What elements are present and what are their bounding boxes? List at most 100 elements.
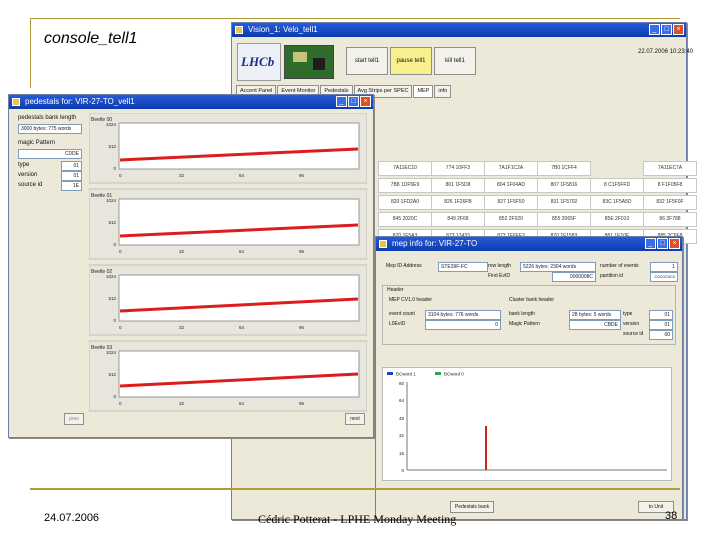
beetle-plot: Beetle 02 1024 512 0 0 32 64 96 xyxy=(88,264,368,336)
close-icon[interactable]: × xyxy=(673,24,684,35)
y-tick-label: 1024 xyxy=(106,198,117,203)
y-tick-label: 512 xyxy=(108,144,116,149)
version-label: version xyxy=(623,321,640,327)
version-field[interactable]: 01 xyxy=(61,171,82,181)
y-tick-label: 1024 xyxy=(106,122,117,127)
pedestals-window: pedestals for: VIR-27-TO_vell1 _ □ × ped… xyxy=(8,94,374,438)
partition-field[interactable]: C0C0C0C0 xyxy=(650,272,678,282)
x-tick-label: 96 xyxy=(299,173,305,178)
mep-window-titlebar[interactable]: mep info for: VIR-27-TO _ □ × xyxy=(376,237,682,251)
value-cell: 827 1F5F50 xyxy=(484,195,538,210)
pause-tell1-button[interactable]: pause tell1 xyxy=(390,47,432,75)
mep-id-field[interactable]: STE39F-FC xyxy=(438,262,488,272)
value-cell: 820 1FD2A0 xyxy=(378,195,432,210)
page-number: 38 xyxy=(665,510,678,522)
pedestal-plots: Beetle 00 1024 512 0 0 32 64 96 Beetle 0… xyxy=(88,112,368,413)
lhcb-logo: LHCb xyxy=(237,43,281,81)
close-icon[interactable]: × xyxy=(360,96,371,107)
value-cell: 7A11EC10 xyxy=(378,161,432,176)
app-icon xyxy=(379,240,387,248)
plot-area xyxy=(118,350,360,398)
version-field[interactable]: 01 xyxy=(649,320,673,330)
prev-button[interactable]: prev xyxy=(64,413,84,425)
mep-header-label: MEP CV1.0 header xyxy=(389,297,432,303)
x-tick-label: 32 xyxy=(179,401,185,406)
app-icon xyxy=(12,98,20,106)
mep-histogram: BCword 1 BCword 0 80 64 48 32 16 0 xyxy=(382,367,672,481)
bank-length-field[interactable]: 28 bytes: 5 words xyxy=(569,310,621,320)
y-tick-label: 1024 xyxy=(106,274,117,279)
minimize-icon[interactable]: _ xyxy=(649,24,660,35)
bank-length-field[interactable]: 3000 bytes: 775 words xyxy=(18,124,82,134)
y-tick-label: 32 xyxy=(399,433,405,438)
type-label: type xyxy=(623,311,633,317)
x-tick-label: 32 xyxy=(179,325,185,330)
next-button[interactable]: next xyxy=(345,413,365,425)
l0evid-field[interactable]: 0 xyxy=(425,320,501,330)
bank-length-label: pedestals bank length xyxy=(18,115,77,121)
plot-area xyxy=(118,122,360,170)
x-tick-label: 32 xyxy=(179,249,185,254)
y-tick-label: 80 xyxy=(399,381,405,386)
value-cell: 849 2F68 xyxy=(431,212,485,227)
value-cell: 8 C1F5FFD xyxy=(590,178,644,193)
first-evid-field[interactable]: 0000008C xyxy=(552,272,596,282)
type-field[interactable]: 01 xyxy=(649,310,673,320)
x-tick-label: 96 xyxy=(299,249,305,254)
source-id-field[interactable]: 00 xyxy=(649,330,673,340)
value-cell: 7A1F1C2A xyxy=(484,161,538,176)
x-tick-label: 64 xyxy=(239,401,245,406)
value-cell: 832 1F5F0F xyxy=(643,195,697,210)
pedestals-window-titlebar[interactable]: pedestals for: VIR-27-TO_vell1 _ □ × xyxy=(9,95,373,109)
y-tick-label: 48 xyxy=(399,416,405,421)
beetle-plot: Beetle 00 1024 512 0 0 32 64 96 xyxy=(88,112,368,184)
value-cell: 83C 1F5A5D xyxy=(590,195,644,210)
y-tick-label: 512 xyxy=(108,296,116,301)
magic-pattern-field[interactable]: CDDE xyxy=(18,149,82,159)
value-cell: 8 F1F05F8 xyxy=(643,178,697,193)
header-group: Header MEP CV1.0 header Cluster bank hea… xyxy=(382,285,676,345)
type-label: type xyxy=(18,162,30,168)
event-count-label: event count xyxy=(389,311,415,317)
cluster-header-label: Cluster bank header xyxy=(509,297,555,303)
type-field[interactable]: 01 xyxy=(61,161,82,171)
beetle-plot: Beetle 03 1024 512 0 0 32 64 96 xyxy=(88,340,368,412)
source-id-field[interactable]: 1E xyxy=(61,181,82,191)
mep-window-title: mep info for: VIR-27-TO xyxy=(392,239,478,248)
event-count-field[interactable]: 3104 bytes: 776 words xyxy=(425,310,501,320)
tab-mep[interactable]: MEP xyxy=(413,85,434,98)
value-cell: 831 1F5702 xyxy=(537,195,591,210)
value-cell: 7B0 1CFF4 xyxy=(537,161,591,176)
kill-tell1-button[interactable]: kill tell1 xyxy=(434,47,476,75)
version-label: version xyxy=(18,172,38,178)
histogram-bar xyxy=(485,426,487,470)
slide-bottom-rule xyxy=(30,488,680,490)
magic-pattern-field[interactable]: CBDE xyxy=(569,320,621,330)
maximize-icon[interactable]: □ xyxy=(657,238,668,249)
pedestals-window-title: pedestals for: VIR-27-TO_vell1 xyxy=(25,97,135,106)
value-cell: 804 1F04AD xyxy=(484,178,538,193)
app-icon xyxy=(235,26,243,34)
minimize-icon[interactable]: _ xyxy=(336,96,347,107)
slide-top-rule xyxy=(30,18,680,19)
number-of-events-field[interactable]: 1 xyxy=(650,262,678,272)
start-tell1-button[interactable]: start tell1 xyxy=(346,47,388,75)
maximize-icon[interactable]: □ xyxy=(661,24,672,35)
pedestal-plots-svg: Beetle 00 1024 512 0 0 32 64 96 Beetle 0… xyxy=(88,112,368,412)
row-length-field[interactable]: 5226 bytes: 2304 words xyxy=(520,262,596,272)
beetle-plot: Beetle 01 1024 512 0 0 32 64 96 xyxy=(88,188,368,260)
close-icon[interactable]: × xyxy=(669,238,680,249)
bank-length-label: bank length xyxy=(509,311,535,317)
maximize-icon[interactable]: □ xyxy=(348,96,359,107)
x-tick-label: 64 xyxy=(239,325,245,330)
tab-info[interactable]: info xyxy=(434,85,452,98)
value-cell: 855 2065F xyxy=(537,212,591,227)
vision-window-titlebar[interactable]: Vision_1: Velo_tell1 _ □ × xyxy=(232,23,686,37)
y-tick-label: 512 xyxy=(108,220,116,225)
source-id-label: source id xyxy=(623,331,644,337)
minimize-icon[interactable]: _ xyxy=(645,238,656,249)
plot-area xyxy=(118,274,360,322)
legend-swatch xyxy=(387,372,393,375)
value-cell: 852 2F020 xyxy=(484,212,538,227)
pedestals-bank-button[interactable]: Pedestals bank xyxy=(450,501,494,513)
